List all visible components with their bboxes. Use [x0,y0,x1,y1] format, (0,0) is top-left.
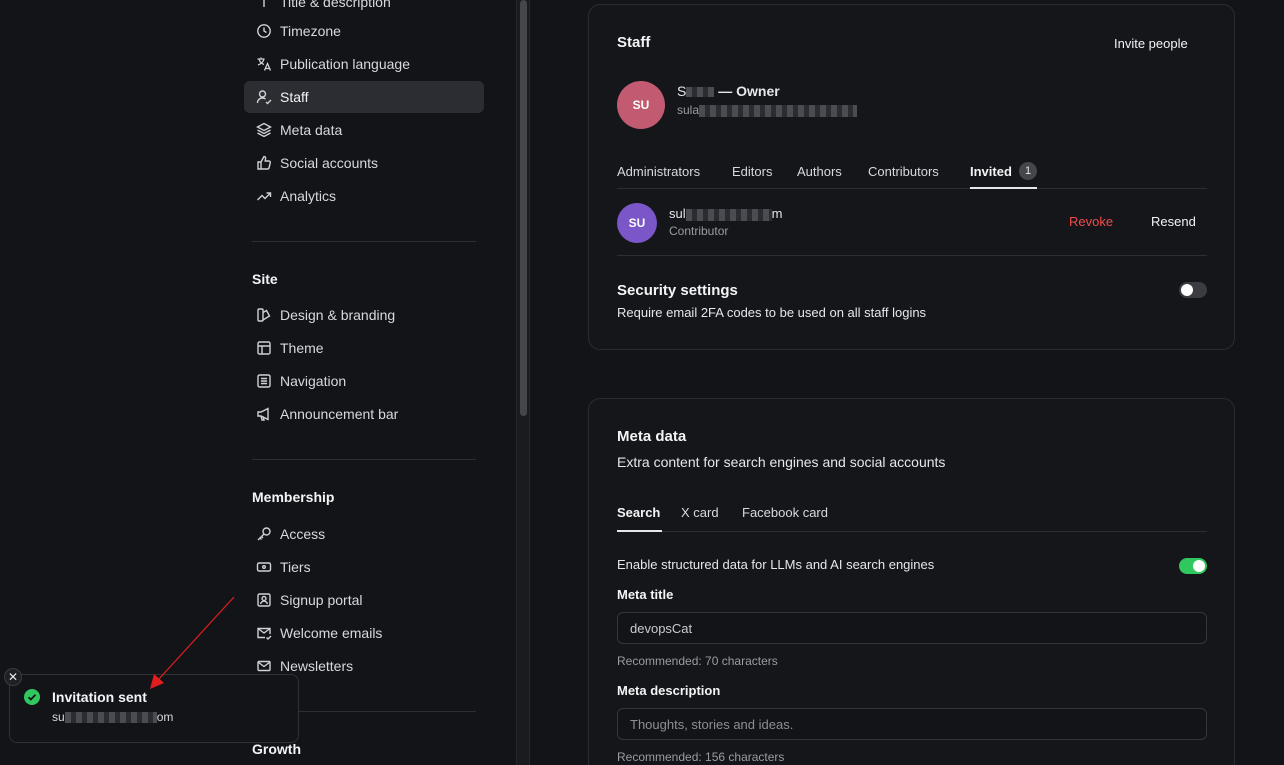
staff-title: Staff [617,34,651,51]
toast-title: Invitation sent [52,689,147,705]
structured-data-toggle[interactable] [1179,558,1207,574]
sidebar-scrollbar-thumb[interactable] [520,0,527,416]
tab-facebook-card[interactable]: Facebook card [742,505,828,520]
clock-icon [256,23,272,39]
tab-authors[interactable]: Authors [797,164,842,179]
security-settings-desc: Require email 2FA codes to be used on al… [617,305,927,320]
title-icon [256,0,272,10]
invite-people-button[interactable]: Invite people [1114,36,1188,51]
layers-icon [256,122,272,138]
staff-card: Staff Invite people SU S — Owner sula Ad… [588,4,1235,350]
toggle-knob [1181,284,1193,296]
meta-description-label: Meta description [617,683,721,698]
sidebar-item-welcome-emails[interactable]: Welcome emails [244,617,484,649]
revoke-button[interactable]: Revoke [1069,214,1113,229]
sidebar-item-access[interactable]: Access [244,518,484,550]
sidebar-item-theme[interactable]: Theme [244,332,484,364]
security-settings-title: Security settings [617,282,738,299]
layout-icon [256,340,272,356]
portal-icon [256,592,272,608]
tab-active-indicator [617,530,662,532]
sidebar-item-announcement-bar[interactable]: Announcement bar [244,398,484,430]
key-icon [256,526,272,542]
sidebar-item-analytics[interactable]: Analytics [244,180,484,212]
tabs-divider [617,188,1207,189]
ticket-icon [256,559,272,575]
sidebar-item-tiers[interactable]: Tiers [244,551,484,583]
tab-x-card[interactable]: X card [681,505,719,520]
owner-name: S — Owner [677,83,780,99]
toast-email: su om [52,710,174,724]
invitee-email: sul m [669,206,783,221]
app: Title & description Timezone Publication… [0,0,1284,765]
sidebar-item-meta-data[interactable]: Meta data [244,114,484,146]
owner-avatar: SU [617,81,665,129]
security-2fa-toggle[interactable] [1179,282,1207,298]
success-check-icon [24,689,40,705]
meta-title-input[interactable]: devopsCat [617,612,1207,644]
meta-data-desc: Extra content for search engines and soc… [617,454,946,470]
resend-button[interactable]: Resend [1151,214,1196,229]
meta-description-input[interactable]: Thoughts, stories and ideas. [617,708,1207,740]
meta-description-hint: Recommended: 156 characters [617,750,785,764]
trend-icon [256,188,272,204]
megaphone-icon [256,406,272,422]
owner-email: sula [677,103,858,117]
tab-active-indicator [970,187,1037,189]
tab-contributors[interactable]: Contributors [868,164,939,179]
thumbs-up-icon [256,155,272,171]
redacted-block [686,87,715,98]
sidebar-item-staff[interactable]: Staff [244,81,484,113]
tab-invited[interactable]: Invited [970,164,1012,179]
sidebar-item-design-branding[interactable]: Design & branding [244,299,484,331]
sidebar-item-publication-language[interactable]: Publication language [244,48,484,80]
redacted-block [685,208,772,221]
design-icon [256,307,272,323]
tabs-divider [617,531,1207,532]
tab-administrators[interactable]: Administrators [617,164,700,179]
meta-data-title: Meta data [617,428,687,445]
mail-check-icon [256,625,272,641]
translate-icon [256,56,272,72]
mail-icon [256,658,272,674]
meta-title-hint: Recommended: 70 characters [617,654,778,668]
sidebar-divider [252,241,476,242]
row-divider [617,255,1207,256]
tab-editors[interactable]: Editors [732,164,772,179]
settings-main: Staff Invite people SU S — Owner sula Ad… [531,0,1284,765]
sidebar-section-growth: Growth [252,741,301,757]
sidebar-item-navigation[interactable]: Navigation [244,365,484,397]
sidebar-divider [252,459,476,460]
redacted-block [699,104,858,117]
invitation-toast: Invitation sent su om [9,674,299,743]
toggle-knob [1193,560,1205,572]
redacted-block [64,712,157,724]
invitee-avatar: SU [617,203,657,243]
tab-search[interactable]: Search [617,505,660,520]
sidebar-item-signup-portal[interactable]: Signup portal [244,584,484,616]
settings-sidebar: Title & description Timezone Publication… [0,0,516,765]
invited-count-badge: 1 [1019,162,1037,180]
staff-icon [256,89,272,105]
structured-data-label: Enable structured data for LLMs and AI s… [617,557,935,572]
toast-close-button[interactable]: ✕ [4,668,22,686]
sidebar-item-social-accounts[interactable]: Social accounts [244,147,484,179]
meta-title-label: Meta title [617,587,674,602]
meta-data-card: Meta data Extra content for search engin… [588,398,1235,765]
sidebar-section-membership: Membership [252,489,335,505]
sidebar-section-site: Site [252,271,278,287]
invitee-role: Contributor [669,224,729,238]
list-icon [256,373,272,389]
sidebar-item-timezone[interactable]: Timezone [244,15,484,47]
